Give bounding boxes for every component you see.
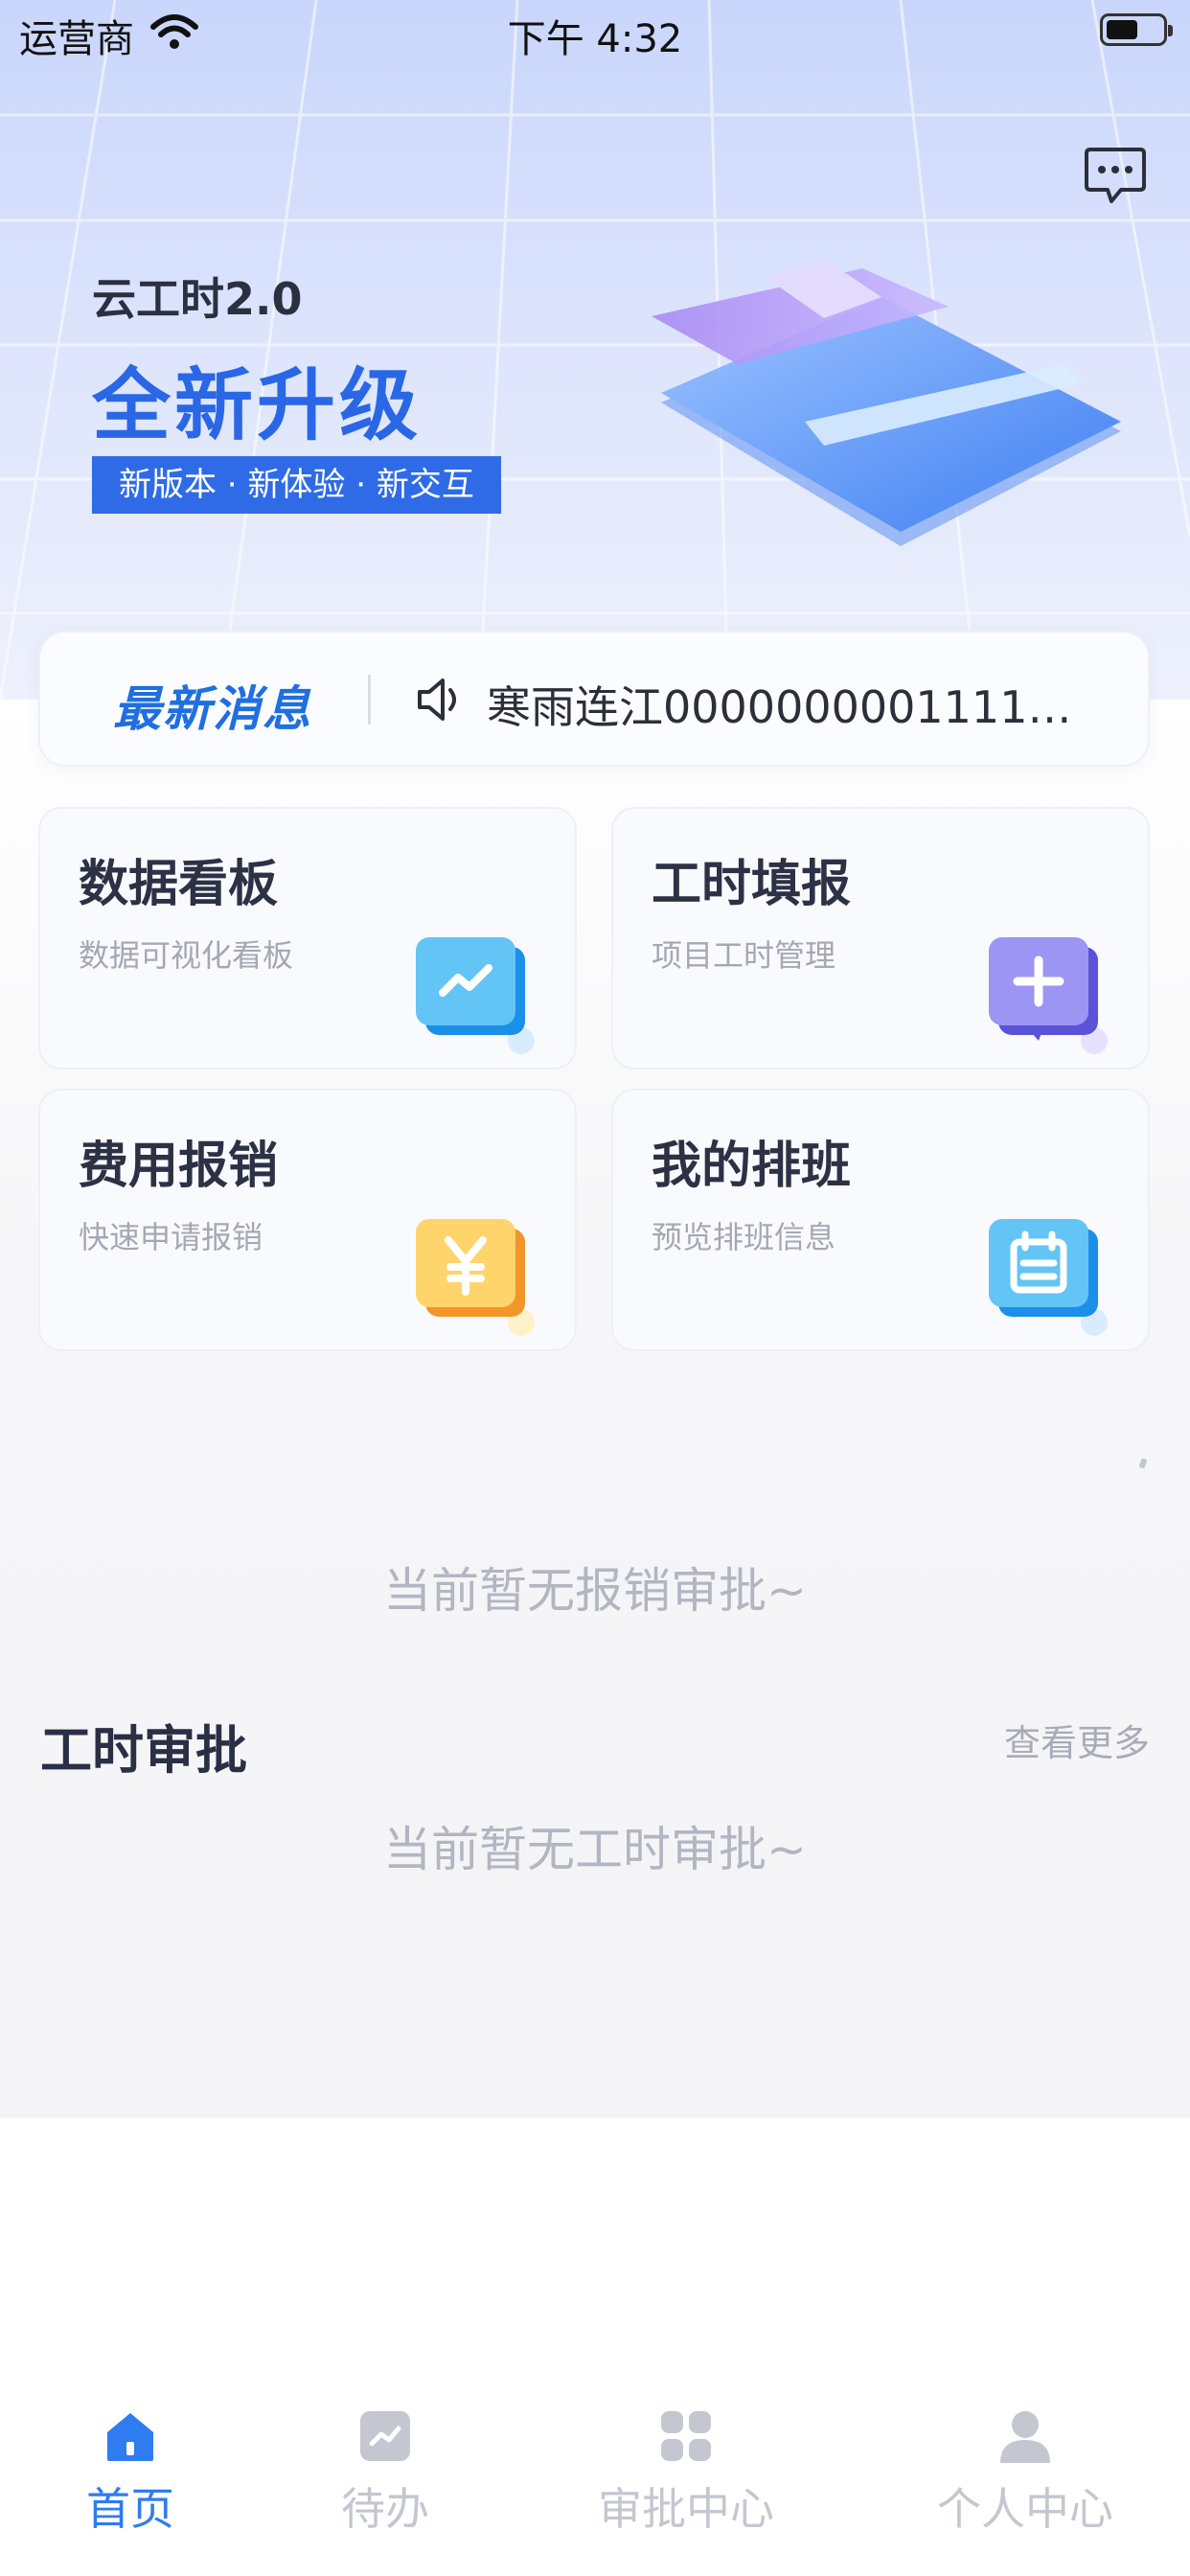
speaker-icon bbox=[418, 678, 456, 721]
card-title: 工时填报 bbox=[652, 856, 852, 913]
banner-tag: 新版本 · 新体验 · 新交互 bbox=[92, 456, 501, 514]
status-time: 下午 4:32 bbox=[507, 17, 683, 61]
card-desc: 项目工时管理 bbox=[652, 937, 836, 974]
yen-icon bbox=[416, 1219, 535, 1336]
expense-empty-text: 当前暂无报销审批~ bbox=[383, 1563, 807, 1619]
notice-label: 最新消息 bbox=[113, 681, 312, 737]
tab-label: 首页 bbox=[86, 2483, 174, 2535]
chart-icon bbox=[416, 937, 535, 1054]
grid-icon bbox=[661, 2411, 711, 2461]
user-icon bbox=[1000, 2411, 1050, 2463]
card-data-dashboard[interactable]: 数据看板 数据可视化看板 bbox=[38, 807, 577, 1070]
card-expense[interactable]: 费用报销 快速申请报销 bbox=[38, 1089, 577, 1351]
hours-empty-text: 当前暂无工时审批~ bbox=[383, 1822, 807, 1877]
tab-profile[interactable]: 个人中心 bbox=[910, 2407, 1140, 2535]
bottom-tab-bar: 首页 待办 审批中心 个人中心 bbox=[0, 2367, 1190, 2576]
view-more-link[interactable]: 查看更多 bbox=[1004, 1714, 1150, 1766]
banner-illustration bbox=[652, 259, 1121, 546]
tab-label: 个人中心 bbox=[937, 2483, 1113, 2535]
banner-subtitle: 云工时2.0 bbox=[92, 273, 303, 325]
tab-approval-center[interactable]: 审批中心 bbox=[571, 2407, 801, 2535]
home-icon bbox=[107, 2413, 153, 2461]
notice-bar[interactable]: 最新消息 寒雨连江00000000011111... bbox=[38, 631, 1150, 767]
add-icon bbox=[989, 937, 1108, 1054]
banner-title: 全新升级 bbox=[92, 360, 423, 451]
card-my-schedule[interactable]: 我的排班 预览排班信息 bbox=[611, 1089, 1150, 1351]
message-icon[interactable] bbox=[1083, 146, 1148, 207]
tab-home[interactable]: 首页 bbox=[15, 2407, 245, 2535]
tab-todo[interactable]: 待办 bbox=[270, 2407, 500, 2535]
hours-approval-title: 工时审批 bbox=[40, 1720, 247, 1781]
card-desc: 预览排班信息 bbox=[652, 1219, 836, 1255]
status-bar: 运营商 下午 4:32 bbox=[0, 0, 1190, 67]
card-desc: 快速申请报销 bbox=[79, 1219, 263, 1255]
tab-label: 待办 bbox=[341, 2483, 429, 2535]
calendar-icon bbox=[989, 1219, 1108, 1336]
card-hours-report[interactable]: 工时填报 项目工时管理 bbox=[611, 807, 1150, 1070]
notice-divider bbox=[368, 675, 371, 724]
card-title: 费用报销 bbox=[79, 1138, 279, 1195]
battery-icon bbox=[1100, 13, 1173, 46]
card-title: 我的排班 bbox=[652, 1138, 852, 1195]
card-desc: 数据可视化看板 bbox=[79, 937, 294, 974]
todo-chart-icon bbox=[360, 2411, 410, 2461]
notice-text: 寒雨连江00000000011111... bbox=[487, 681, 1081, 733]
card-title: 数据看板 bbox=[79, 856, 279, 913]
tab-label: 审批中心 bbox=[598, 2483, 774, 2535]
